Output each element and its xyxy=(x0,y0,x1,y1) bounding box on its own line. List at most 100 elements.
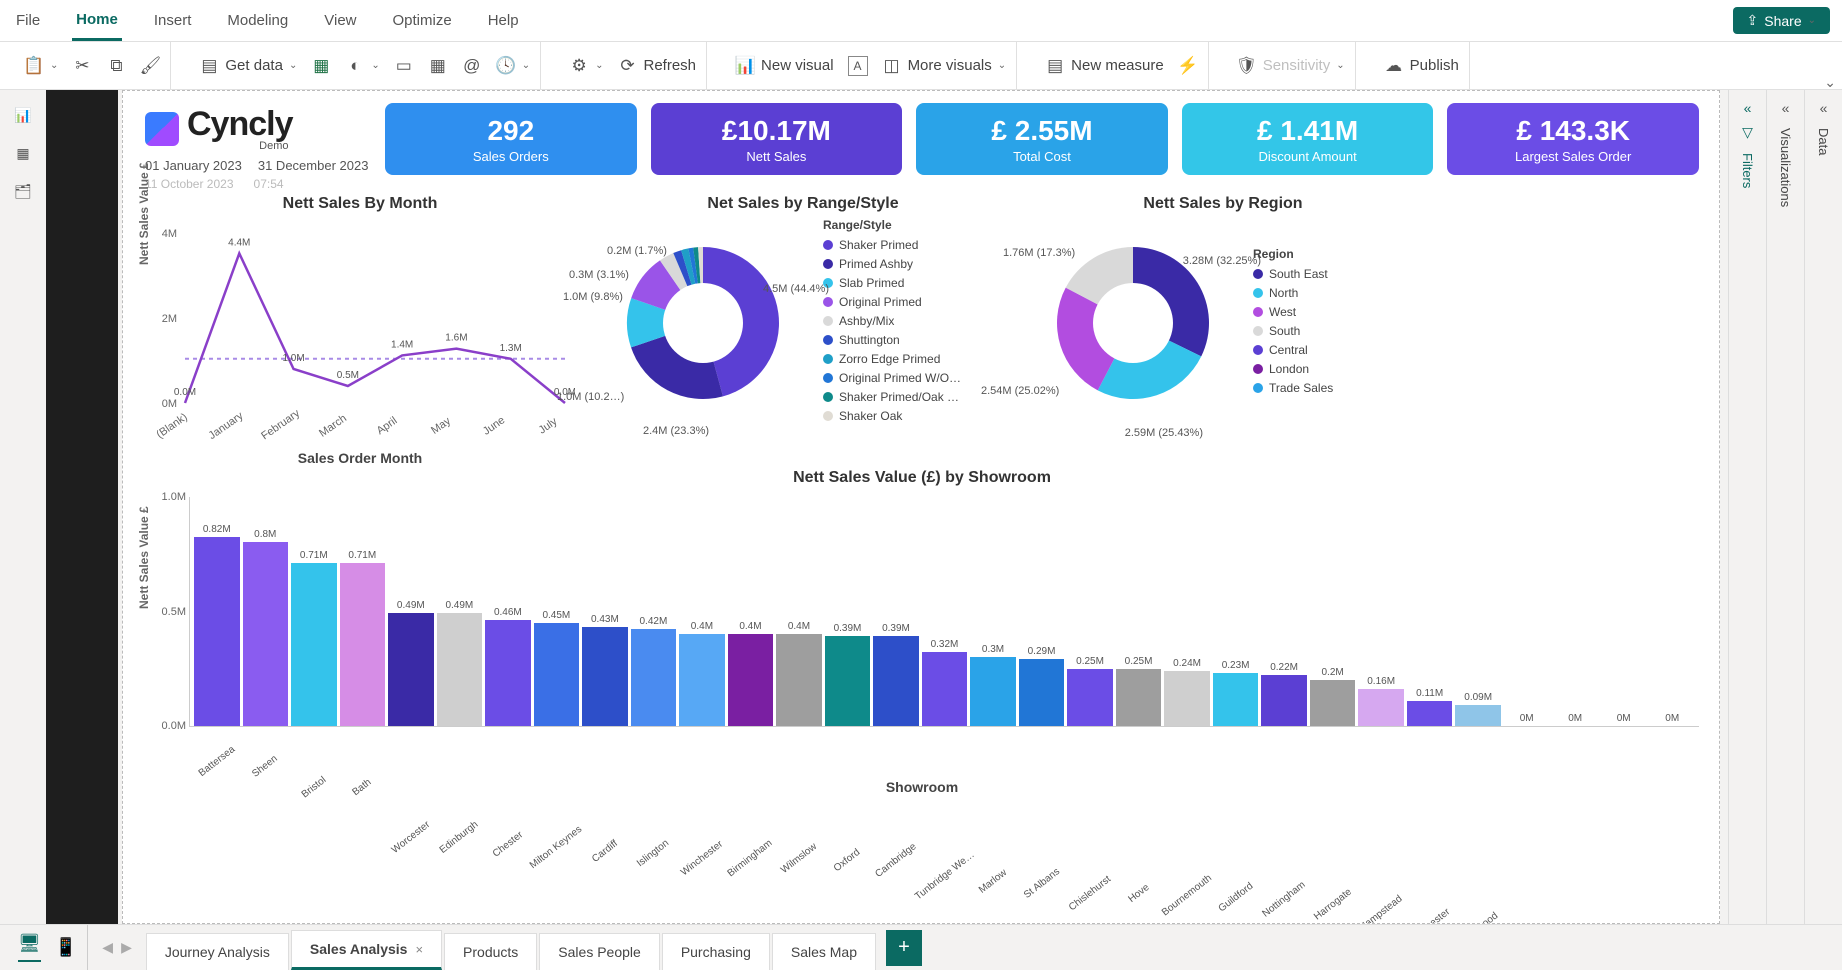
bar-column[interactable]: 0.39MOxford xyxy=(825,623,871,726)
bar-column[interactable]: 0.43MCardiff xyxy=(582,614,628,726)
legend-item[interactable]: Original Primed xyxy=(823,295,961,309)
table-view-icon[interactable]: ▦ xyxy=(12,142,34,164)
bar-column[interactable]: 0MNotting Hill xyxy=(1601,713,1647,726)
bar-column[interactable]: 0.09MBrentwood xyxy=(1455,692,1501,726)
transform-data-button[interactable]: ⚙⌄ xyxy=(569,56,603,76)
report-view-icon[interactable]: 📊 xyxy=(12,104,34,126)
bar-column[interactable]: 0.25MChislehurst xyxy=(1067,656,1113,727)
ribbon-tab-optimize[interactable]: Optimize xyxy=(389,2,456,39)
dataverse-button[interactable]: @ xyxy=(462,56,482,76)
legend-item[interactable]: Primed Ashby xyxy=(823,257,961,271)
donut-range-style[interactable]: Net Sales by Range/Style 4.5M (44.4%) 2.… xyxy=(593,195,1013,465)
sql-button[interactable]: ▭ xyxy=(394,56,414,76)
bar-column[interactable]: 0.49MEdinburgh xyxy=(437,600,483,726)
mobile-view-icon[interactable]: 📱 xyxy=(55,937,77,958)
legend-item[interactable]: West xyxy=(1253,305,1333,319)
bar-column[interactable]: 0.32MTunbridge We… xyxy=(922,639,968,726)
bar-column[interactable]: 0.45MMilton Keynes xyxy=(534,610,580,727)
bar-column[interactable]: 0.8MSheen xyxy=(243,529,289,726)
prev-page-icon[interactable]: ◀ xyxy=(102,939,113,956)
bar-column[interactable]: 0MGlasgow xyxy=(1504,713,1550,726)
page-tab[interactable]: Products xyxy=(444,933,537,970)
get-data-button[interactable]: ▤Get data⌄ xyxy=(199,56,297,76)
bar-column[interactable]: 0.71MBristol xyxy=(291,550,337,726)
refresh-button[interactable]: ⟳Refresh xyxy=(618,56,697,76)
bar-column[interactable]: 0.23MGuildford xyxy=(1213,660,1259,726)
paste-button[interactable]: 📋⌄ xyxy=(24,56,58,76)
ribbon-tab-modeling[interactable]: Modeling xyxy=(223,2,292,39)
bar-column[interactable]: 0.39MCambridge xyxy=(873,623,919,726)
bar-column[interactable]: 0.25MHove xyxy=(1116,656,1162,727)
chevron-left-icon[interactable]: « xyxy=(1820,100,1828,116)
format-painter-button[interactable]: 🖌 xyxy=(140,56,160,76)
bar-column[interactable]: 0.49MWorcester xyxy=(388,600,434,726)
donut-region[interactable]: Nett Sales by Region 3.28M (32.25%) 2.59… xyxy=(1023,195,1423,465)
bar-column[interactable]: 0.46MChester xyxy=(485,607,531,726)
model-view-icon[interactable]: 🗂 xyxy=(12,180,34,202)
legend-item[interactable]: Shaker Primed/Oak … xyxy=(823,390,961,404)
legend-item[interactable]: Slab Primed xyxy=(823,276,961,290)
bar-column[interactable]: 0.24MBournemouth xyxy=(1164,658,1210,726)
share-button[interactable]: ⇪ Share ⌄ xyxy=(1733,7,1830,34)
legend-item[interactable]: Ashby/Mix xyxy=(823,314,961,328)
desktop-view-icon[interactable]: 🖥 xyxy=(18,933,41,962)
chevron-left-icon[interactable]: « xyxy=(1782,100,1790,116)
bar-column[interactable]: 0.42MIslington xyxy=(631,616,677,726)
ribbon-tab-help[interactable]: Help xyxy=(484,2,523,39)
next-page-icon[interactable]: ▶ xyxy=(121,939,132,956)
bar-chart[interactable]: Nett Sales Value (£) by Showroom Nett Sa… xyxy=(145,469,1699,913)
legend-item[interactable]: South xyxy=(1253,324,1333,338)
quick-measure-button[interactable]: ⚡ xyxy=(1178,56,1198,76)
bar-column[interactable]: 0.4MWilmslow xyxy=(776,621,822,726)
legend-item[interactable]: North xyxy=(1253,286,1333,300)
page-tab[interactable]: Sales Map xyxy=(772,933,876,970)
data-pane[interactable]: « Data xyxy=(1804,90,1842,924)
chevron-left-icon[interactable]: « xyxy=(1744,100,1752,116)
page-tab[interactable]: Journey Analysis xyxy=(146,933,289,970)
kpi-card[interactable]: 292Sales Orders xyxy=(385,103,637,175)
line-chart[interactable]: Nett Sales By Month Nett Sales Value £ 0… xyxy=(145,195,575,455)
ribbon-collapse-button[interactable]: ⌄ xyxy=(1824,74,1836,91)
bar-column[interactable]: 0.11MChichester xyxy=(1407,688,1453,726)
ribbon-tab-view[interactable]: View xyxy=(320,2,360,39)
datahub-button[interactable]: ◐⌄ xyxy=(345,56,379,76)
bar-column[interactable]: 0.3MMarlow xyxy=(970,644,1016,726)
bar-column[interactable]: 0.22MNottingham xyxy=(1261,662,1307,726)
ribbon-tab-file[interactable]: File xyxy=(12,2,44,39)
ribbon-tab-insert[interactable]: Insert xyxy=(150,2,196,39)
legend-item[interactable]: Shuttington xyxy=(823,333,961,347)
legend-item[interactable]: Original Primed W/O… xyxy=(823,371,961,385)
legend-item[interactable]: Shaker Oak xyxy=(823,409,961,423)
enter-data-button[interactable]: ▦ xyxy=(428,56,448,76)
filters-pane[interactable]: « ▽ Filters xyxy=(1728,90,1766,924)
new-measure-button[interactable]: ▤New measure xyxy=(1045,56,1164,76)
kpi-card[interactable]: £ 143.3KLargest Sales Order xyxy=(1447,103,1699,175)
page-tab[interactable]: Sales People xyxy=(539,933,660,970)
bar-column[interactable]: 0.71MBath xyxy=(340,550,386,726)
bar-column[interactable]: 0.2MHarrogate xyxy=(1310,667,1356,726)
text-box-button[interactable]: A xyxy=(848,56,868,76)
new-visual-button[interactable]: 📊New visual xyxy=(735,56,834,76)
legend-item[interactable]: Zorro Edge Primed xyxy=(823,352,961,366)
legend-item[interactable]: Shaker Primed xyxy=(823,238,961,252)
page-tab[interactable]: Purchasing xyxy=(662,933,770,970)
bar-column[interactable]: 0MTrade Sales xyxy=(1649,713,1695,726)
add-page-button[interactable]: + xyxy=(886,930,922,966)
bar-column[interactable]: 0MLeamington … xyxy=(1552,713,1598,726)
publish-button[interactable]: ☁Publish xyxy=(1384,56,1459,76)
more-visuals-button[interactable]: ◫More visuals⌄ xyxy=(882,56,1007,76)
legend-item[interactable]: South East xyxy=(1253,267,1333,281)
page-tab[interactable]: Sales Analysis× xyxy=(291,930,442,970)
kpi-card[interactable]: £ 1.41MDiscount Amount xyxy=(1182,103,1434,175)
kpi-card[interactable]: £ 2.55MTotal Cost xyxy=(916,103,1168,175)
recent-sources-button[interactable]: 🕓⌄ xyxy=(496,56,530,76)
report-page[interactable]: Cyncly Demo 01 January 2023 31 December … xyxy=(122,90,1720,924)
legend-item[interactable]: Trade Sales xyxy=(1253,381,1333,395)
excel-button[interactable]: ▦ xyxy=(311,56,331,76)
ribbon-tab-home[interactable]: Home xyxy=(72,1,122,41)
legend-item[interactable]: Central xyxy=(1253,343,1333,357)
bar-column[interactable]: 0.4MWinchester xyxy=(679,621,725,726)
bar-column[interactable]: 0.29MSt Albans xyxy=(1019,646,1065,726)
bar-column[interactable]: 0.16MHampstead xyxy=(1358,676,1404,726)
visualizations-pane[interactable]: « Visualizations xyxy=(1766,90,1804,924)
